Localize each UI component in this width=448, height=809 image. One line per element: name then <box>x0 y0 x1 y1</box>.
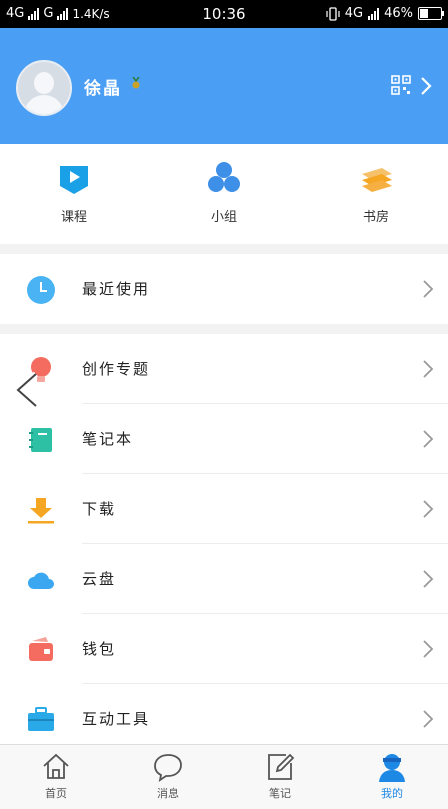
back-arrow-icon[interactable] <box>12 370 42 410</box>
bookshelf-layers-icon <box>356 160 396 196</box>
clock-icon <box>27 276 55 304</box>
tab-home[interactable]: 首页 <box>0 751 112 801</box>
battery-percent: 46% <box>384 6 413 21</box>
notebook-icon <box>29 428 52 452</box>
download-icon <box>28 498 54 524</box>
status-bar: 4G G 1.4K/s 10:36 4G 46% <box>0 0 448 28</box>
menu-item-label: 钱包 <box>82 640 117 658</box>
vibrate-icon <box>326 6 340 21</box>
status-right: 4G 46% <box>326 6 444 21</box>
tab-label: 我的 <box>381 787 403 800</box>
note-edit-icon <box>264 751 296 783</box>
menu-item-creation-topic[interactable]: 创作专题 <box>0 334 448 404</box>
tab-label: 首页 <box>45 787 67 800</box>
cloud-icon <box>28 572 54 589</box>
menu-item-interactive-tools[interactable]: 互动工具 <box>0 684 448 744</box>
menu-item-download[interactable]: 下载 <box>0 474 448 544</box>
quick-action-label: 书房 <box>362 210 389 225</box>
recent-card: 最近使用 <box>0 254 448 324</box>
profile-avatar-icon <box>376 751 408 783</box>
wallet-icon <box>29 637 53 661</box>
menu-item-notebook[interactable]: 笔记本 <box>0 404 448 474</box>
chevron-right-icon <box>423 360 434 378</box>
home-icon <box>40 751 72 783</box>
chevron-right-icon <box>423 500 434 518</box>
tab-label: 笔记 <box>269 787 291 800</box>
chevron-right-icon <box>423 430 434 448</box>
tab-notes[interactable]: 笔记 <box>224 751 336 801</box>
battery-icon <box>418 7 444 20</box>
menu-item-recent[interactable]: 最近使用 <box>0 254 448 324</box>
quick-action-course[interactable]: 课程 <box>14 160 134 225</box>
group-circles-icon <box>204 160 244 196</box>
signal-icon <box>368 7 380 20</box>
menu-item-label: 最近使用 <box>82 280 151 298</box>
username: 徐晶 <box>84 79 122 99</box>
medal-icon <box>132 77 140 89</box>
chevron-right-icon <box>423 640 434 658</box>
message-bubble-icon <box>152 751 184 783</box>
menu-item-label: 笔记本 <box>82 430 134 448</box>
chevron-right-icon <box>423 570 434 588</box>
avatar-body-shape <box>24 95 64 114</box>
quick-action-group[interactable]: 小组 <box>164 160 284 225</box>
tab-label: 消息 <box>157 787 179 800</box>
avatar[interactable] <box>16 60 72 116</box>
tab-messages[interactable]: 消息 <box>112 751 224 801</box>
profile-header[interactable]: 徐晶 <box>0 28 448 144</box>
avatar-head-shape <box>34 72 54 94</box>
course-play-icon <box>54 160 94 196</box>
chevron-right-icon <box>423 710 434 728</box>
quick-action-label: 课程 <box>60 210 87 225</box>
qr-code-icon[interactable] <box>391 75 411 95</box>
tab-mine[interactable]: 我的 <box>336 751 448 801</box>
chevron-right-icon[interactable] <box>420 76 432 96</box>
quick-actions: 课程 小组 书房 <box>0 144 448 244</box>
menu-item-cloud-disk[interactable]: 云盘 <box>0 544 448 614</box>
menu-item-label: 下载 <box>82 500 117 518</box>
main-menu-card: 创作专题 笔记本 下载 云盘 钱包 互动工具 <box>0 334 448 744</box>
menu-item-wallet[interactable]: 钱包 <box>0 614 448 684</box>
menu-item-label: 云盘 <box>82 570 117 588</box>
menu-item-label: 创作专题 <box>82 360 151 378</box>
toolbox-icon <box>28 707 54 731</box>
quick-action-label: 小组 <box>210 210 237 225</box>
quick-action-study[interactable]: 书房 <box>316 160 436 225</box>
chevron-right-icon <box>423 280 434 298</box>
network-type-right: 4G <box>344 6 364 21</box>
bottom-tab-bar: 首页 消息 笔记 我的 <box>0 744 448 809</box>
menu-item-label: 互动工具 <box>82 710 151 728</box>
